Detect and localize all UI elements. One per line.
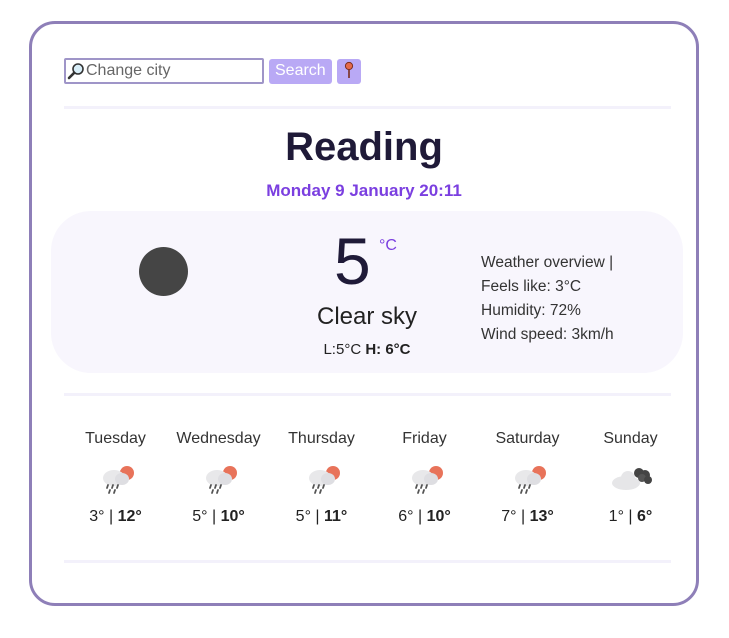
forecast-list: Tuesday 3° | 12° Wednesday 5° | 10° Thur… bbox=[64, 430, 682, 526]
forecast-low: 5° bbox=[295, 508, 311, 525]
forecast-low: 6° bbox=[398, 508, 414, 525]
forecast-low: 7° bbox=[501, 508, 517, 525]
weather-card: Search Reading Monday 9 January 20:11 5 … bbox=[29, 21, 699, 606]
weather-overview: Weather overview | Feels like: 3°C Humid… bbox=[481, 251, 614, 347]
forecast-temps: 1° | 6° bbox=[579, 508, 682, 526]
humidity: Humidity: 72% bbox=[481, 302, 581, 319]
forecast-separator: | bbox=[104, 508, 118, 525]
forecast-temps: 6° | 10° bbox=[373, 508, 476, 526]
rain-sun-icon bbox=[167, 458, 270, 498]
forecast-temps: 5° | 10° bbox=[167, 508, 270, 526]
divider bbox=[64, 106, 671, 109]
temperature-unit-toggle[interactable]: °C bbox=[379, 237, 397, 255]
high-label: H: bbox=[365, 341, 382, 358]
divider bbox=[64, 393, 671, 396]
forecast-day-name: Sunday bbox=[603, 430, 658, 447]
location-pin-icon bbox=[343, 61, 355, 82]
forecast-temps: 5° | 11° bbox=[270, 508, 373, 526]
forecast-high: 13° bbox=[529, 508, 554, 525]
wind-speed: Wind speed: 3km/h bbox=[481, 326, 614, 343]
forecast-separator: | bbox=[516, 508, 530, 525]
forecast-high: 10° bbox=[220, 508, 245, 525]
forecast-day: Thursday 5° | 11° bbox=[270, 430, 373, 526]
magnifier-icon bbox=[66, 61, 86, 81]
forecast-day-name: Thursday bbox=[288, 430, 355, 447]
city-name: Reading bbox=[285, 125, 443, 169]
forecast-low: 1° bbox=[608, 508, 624, 525]
forecast-day: Saturday 7° | 13° bbox=[476, 430, 579, 526]
forecast-low: 3° bbox=[89, 508, 105, 525]
low-label: L: bbox=[323, 341, 336, 358]
search-button[interactable]: Search bbox=[269, 58, 332, 84]
forecast-high: 6° bbox=[637, 508, 653, 525]
forecast-high: 10° bbox=[426, 508, 451, 525]
forecast-high: 12° bbox=[117, 508, 142, 525]
high-temp: 6°C bbox=[385, 341, 411, 358]
forecast-separator: | bbox=[623, 508, 638, 525]
current-weather-panel: 5 °C Clear sky L:5°C H: 6°C Weather over… bbox=[51, 211, 683, 373]
divider bbox=[64, 560, 671, 563]
current-location-button[interactable] bbox=[336, 58, 361, 84]
cloudy-icon bbox=[579, 458, 682, 498]
rain-sun-icon bbox=[373, 458, 476, 498]
forecast-day-name: Friday bbox=[402, 430, 447, 447]
search-form: Search bbox=[64, 57, 361, 85]
forecast-temps: 7° | 13° bbox=[476, 508, 579, 526]
forecast-day: Tuesday 3° | 12° bbox=[64, 430, 167, 526]
forecast-separator: | bbox=[413, 508, 427, 525]
forecast-temps: 3° | 12° bbox=[64, 508, 167, 526]
low-high-temps: L:5°C H: 6°C bbox=[267, 341, 467, 358]
forecast-day: Wednesday 5° | 10° bbox=[167, 430, 270, 526]
overview-title: Weather overview | bbox=[481, 254, 614, 271]
search-field[interactable] bbox=[64, 58, 264, 84]
rain-sun-icon bbox=[270, 458, 373, 498]
forecast-separator: | bbox=[310, 508, 325, 525]
forecast-day-name: Tuesday bbox=[85, 430, 146, 447]
forecast-day: Friday 6° | 10° bbox=[373, 430, 476, 526]
low-temp: 5°C bbox=[335, 341, 362, 358]
forecast-low: 5° bbox=[192, 508, 208, 525]
weather-description: Clear sky bbox=[316, 303, 418, 330]
rain-sun-icon bbox=[64, 458, 167, 498]
search-input[interactable] bbox=[86, 62, 256, 80]
forecast-day-name: Wednesday bbox=[176, 430, 261, 447]
rain-sun-icon bbox=[476, 458, 579, 498]
forecast-separator: | bbox=[207, 508, 221, 525]
current-temperature: 5 bbox=[334, 224, 371, 298]
forecast-day-name: Saturday bbox=[495, 430, 560, 447]
feels-like: Feels like: 3°C bbox=[481, 278, 582, 295]
clear-night-icon bbox=[139, 247, 188, 296]
forecast-day: Sunday 1° | 6° bbox=[579, 430, 682, 526]
forecast-high: 11° bbox=[324, 508, 348, 525]
current-datetime: Monday 9 January 20:11 bbox=[266, 181, 462, 200]
